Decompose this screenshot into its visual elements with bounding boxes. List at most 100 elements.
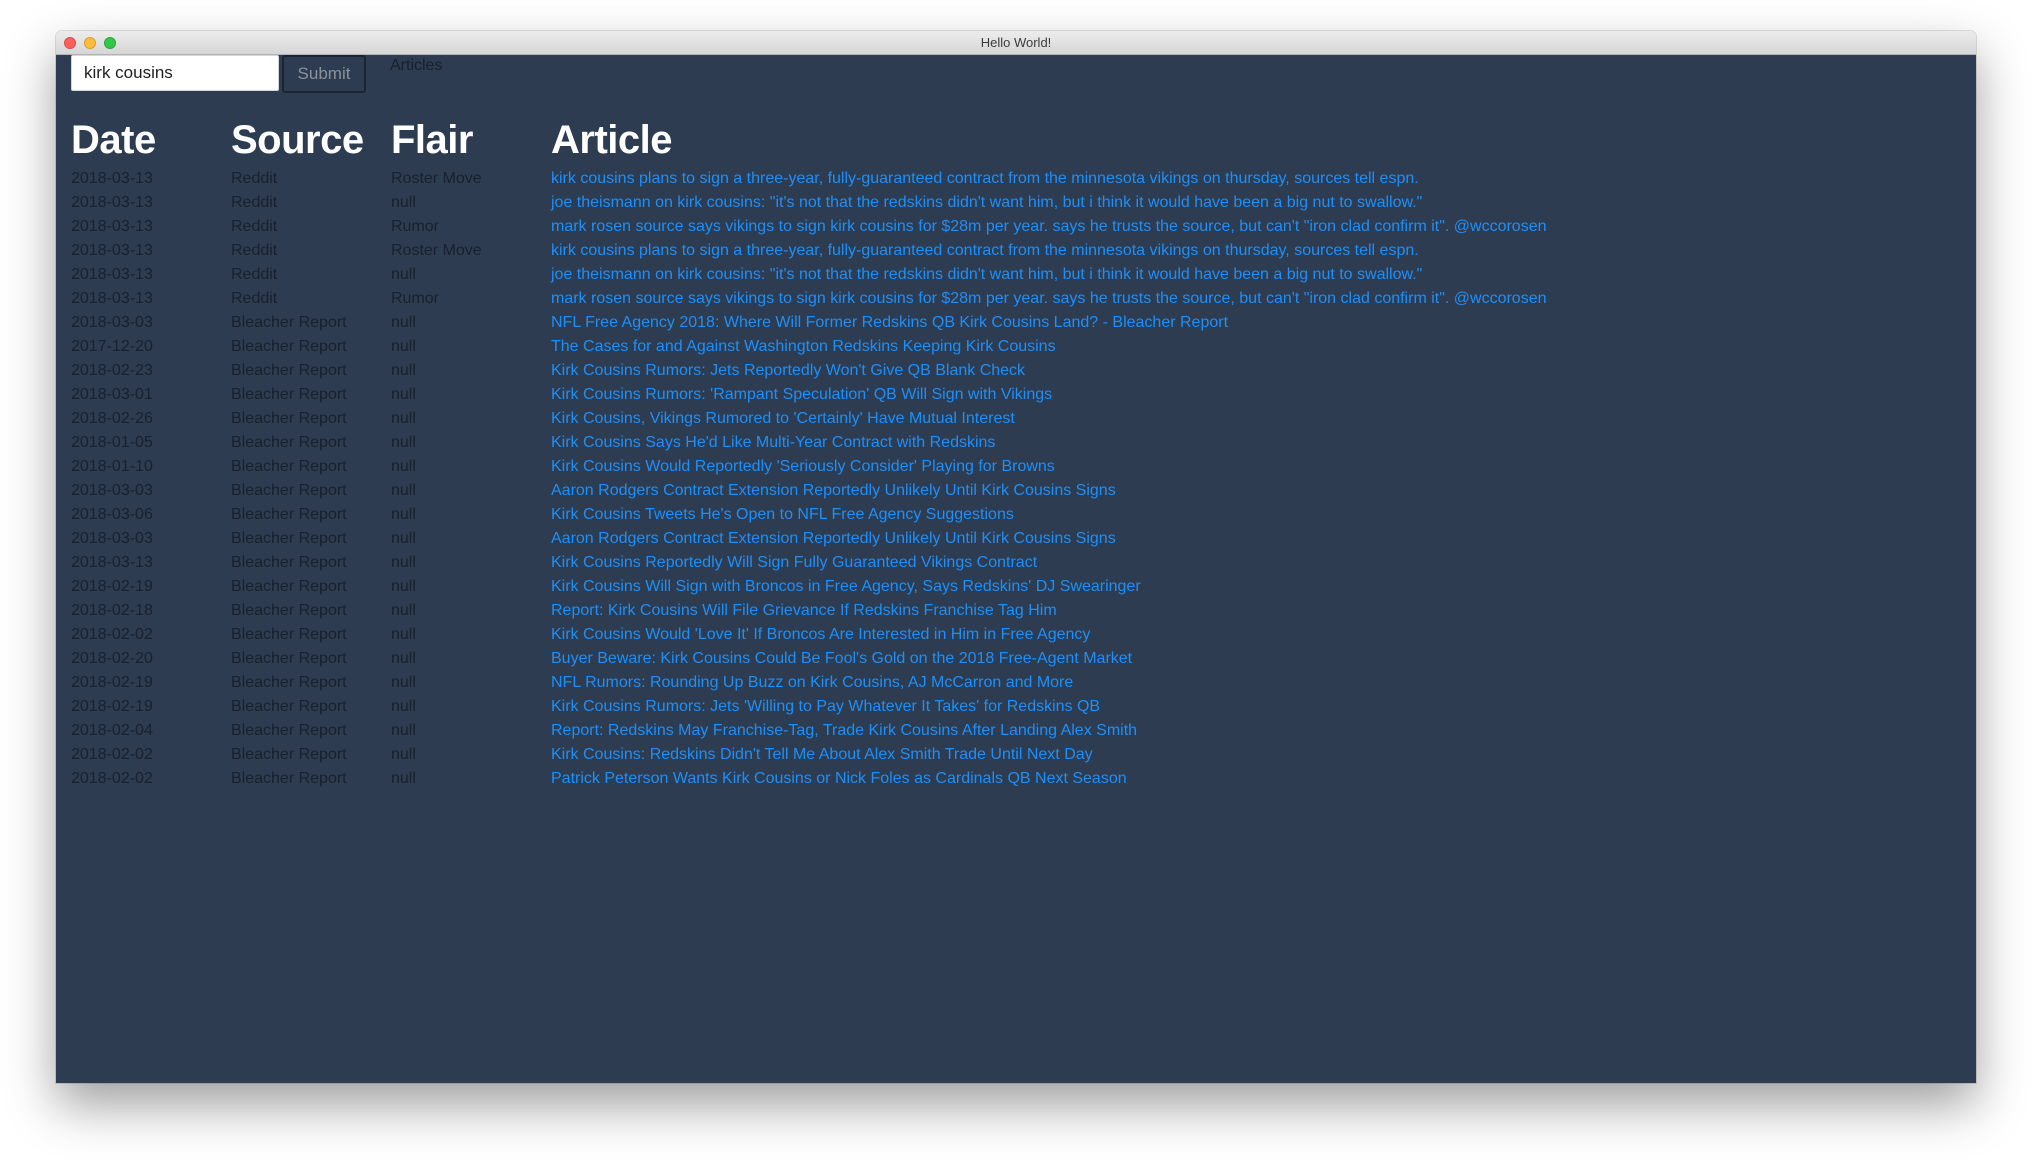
article-link[interactable]: Kirk Cousins Says He'd Like Multi-Year C… bbox=[551, 431, 1547, 455]
cell-flair: null bbox=[391, 746, 416, 763]
table-row: 2018-01-05 Bleacher Report null Kirk Cousin… bbox=[71, 431, 1547, 455]
cell-flair: null bbox=[391, 626, 416, 643]
submit-button[interactable]: Submit bbox=[282, 55, 366, 93]
article-link[interactable]: Report: Redskins May Franchise-Tag, Trad… bbox=[551, 719, 1547, 743]
table-header-row: Date Source Flair Article bbox=[71, 113, 1547, 167]
article-link[interactable]: mark rosen source says vikings to sign k… bbox=[551, 287, 1547, 311]
cell-flair: null bbox=[391, 434, 416, 451]
table-row: 2018-03-03 Bleacher Report null Aaron Rodge… bbox=[71, 479, 1547, 503]
cell-source: Reddit bbox=[231, 290, 278, 307]
cell-flair: null bbox=[391, 410, 416, 427]
table-row: 2018-03-13 Reddit null joe theismann on kir… bbox=[71, 263, 1547, 287]
cell-flair: null bbox=[391, 722, 416, 739]
article-link[interactable]: The Cases for and Against Washington Red… bbox=[551, 335, 1547, 359]
cell-flair: null bbox=[391, 362, 416, 379]
article-link[interactable]: mark rosen source says vikings to sign k… bbox=[551, 215, 1547, 239]
cell-date: 2018-03-13 bbox=[71, 218, 153, 235]
cell-flair: Roster Move bbox=[391, 242, 482, 259]
header-flair: Flair bbox=[391, 117, 473, 162]
article-link[interactable]: Kirk Cousins Would 'Love It' If Broncos … bbox=[551, 623, 1547, 647]
article-link[interactable]: Kirk Cousins, Vikings Rumored to 'Certai… bbox=[551, 407, 1547, 431]
cell-date: 2018-02-23 bbox=[71, 362, 153, 379]
cell-date: 2018-01-10 bbox=[71, 458, 153, 475]
cell-flair: null bbox=[391, 530, 416, 547]
cell-date: 2017-12-20 bbox=[71, 338, 153, 355]
cell-source: Reddit bbox=[231, 194, 278, 211]
search-input[interactable] bbox=[71, 55, 279, 91]
cell-source: Reddit bbox=[231, 218, 278, 235]
article-link[interactable]: joe theismann on kirk cousins: "it's not… bbox=[551, 191, 1547, 215]
cell-flair: null bbox=[391, 194, 416, 211]
window-title: Hello World! bbox=[980, 35, 1052, 50]
article-link[interactable]: Aaron Rodgers Contract Extension Reporte… bbox=[551, 527, 1547, 551]
cell-flair: null bbox=[391, 482, 416, 499]
article-link[interactable]: Kirk Cousins Rumors: Jets 'Willing to Pa… bbox=[551, 695, 1547, 719]
table-row: 2018-03-13 Reddit Roster Move kirk cousins … bbox=[71, 239, 1547, 263]
article-link[interactable]: Kirk Cousins Will Sign with Broncos in F… bbox=[551, 575, 1547, 599]
cell-flair: null bbox=[391, 578, 416, 595]
table-row: 2018-01-10 Bleacher Report null Kirk Cousin… bbox=[71, 455, 1547, 479]
header-article: Article bbox=[551, 117, 672, 162]
cell-date: 2018-03-03 bbox=[71, 482, 153, 499]
cell-flair: null bbox=[391, 674, 416, 691]
cell-date: 2018-02-04 bbox=[71, 722, 153, 739]
table-row: 2018-02-04 Bleacher Report null Report: Red… bbox=[71, 719, 1547, 743]
article-link[interactable]: kirk cousins plans to sign a three-year,… bbox=[551, 239, 1547, 263]
cell-date: 2018-03-13 bbox=[71, 194, 153, 211]
cell-flair: null bbox=[391, 386, 416, 403]
table-row: 2018-02-02 Bleacher Report null Patrick Pet… bbox=[71, 767, 1547, 791]
cell-date: 2018-03-13 bbox=[71, 266, 153, 283]
cell-flair: null bbox=[391, 458, 416, 475]
article-link[interactable]: Kirk Cousins Rumors: Jets Reportedly Won… bbox=[551, 359, 1547, 383]
cell-source: Bleacher Report bbox=[231, 530, 347, 547]
cell-flair: Roster Move bbox=[391, 170, 482, 187]
article-link[interactable]: Kirk Cousins Reportedly Will Sign Fully … bbox=[551, 551, 1547, 575]
table-row: 2018-03-03 Bleacher Report null Aaron Rodge… bbox=[71, 527, 1547, 551]
app-window: Hello World! Submit Articles Date Source… bbox=[56, 31, 1976, 1083]
cell-date: 2018-01-05 bbox=[71, 434, 153, 451]
table-row: 2018-03-13 Reddit null joe theismann on kir… bbox=[71, 191, 1547, 215]
article-link[interactable]: Aaron Rodgers Contract Extension Reporte… bbox=[551, 479, 1547, 503]
article-link[interactable]: Report: Kirk Cousins Will File Grievance… bbox=[551, 599, 1547, 623]
cell-flair: null bbox=[391, 698, 416, 715]
cell-flair: null bbox=[391, 338, 416, 355]
cell-source: Bleacher Report bbox=[231, 554, 347, 571]
article-link[interactable]: Kirk Cousins Tweets He's Open to NFL Fre… bbox=[551, 503, 1547, 527]
article-link[interactable]: Patrick Peterson Wants Kirk Cousins or N… bbox=[551, 767, 1547, 791]
article-link[interactable]: Kirk Cousins: Redskins Didn't Tell Me Ab… bbox=[551, 743, 1547, 767]
cell-source: Bleacher Report bbox=[231, 458, 347, 475]
cell-source: Bleacher Report bbox=[231, 650, 347, 667]
table-row: 2018-02-19 Bleacher Report null Kirk Cousin… bbox=[71, 695, 1547, 719]
article-link[interactable]: NFL Free Agency 2018: Where Will Former … bbox=[551, 311, 1547, 335]
cell-flair: Rumor bbox=[391, 218, 440, 235]
article-link[interactable]: Buyer Beware: Kirk Cousins Could Be Fool… bbox=[551, 647, 1547, 671]
article-link[interactable]: kirk cousins plans to sign a three-year,… bbox=[551, 167, 1547, 191]
cell-source: Bleacher Report bbox=[231, 746, 347, 763]
article-link[interactable]: Kirk Cousins Rumors: 'Rampant Speculatio… bbox=[551, 383, 1547, 407]
table-row: 2017-12-20 Bleacher Report null The Cases f… bbox=[71, 335, 1547, 359]
table-row: 2018-02-02 Bleacher Report null Kirk Cousin… bbox=[71, 623, 1547, 647]
cell-flair: null bbox=[391, 602, 416, 619]
table-body: 2018-03-13 Reddit Roster Move kirk cousins … bbox=[71, 167, 1547, 791]
table-row: 2018-02-26 Bleacher Report null Kirk Cousin… bbox=[71, 407, 1547, 431]
table-row: 2018-02-20 Bleacher Report null Buyer Bewar… bbox=[71, 647, 1547, 671]
cell-date: 2018-03-06 bbox=[71, 506, 153, 523]
cell-source: Bleacher Report bbox=[231, 434, 347, 451]
table-row: 2018-02-02 Bleacher Report null Kirk Cousin… bbox=[71, 743, 1547, 767]
cell-date: 2018-02-02 bbox=[71, 626, 153, 643]
cell-date: 2018-03-03 bbox=[71, 530, 153, 547]
cell-source: Reddit bbox=[231, 266, 278, 283]
cell-date: 2018-02-19 bbox=[71, 674, 153, 691]
article-link[interactable]: joe theismann on kirk cousins: "it's not… bbox=[551, 263, 1547, 287]
cell-date: 2018-02-02 bbox=[71, 770, 153, 787]
cell-flair: null bbox=[391, 314, 416, 331]
article-link[interactable]: NFL Rumors: Rounding Up Buzz on Kirk Cou… bbox=[551, 671, 1547, 695]
cell-date: 2018-02-19 bbox=[71, 698, 153, 715]
article-link[interactable]: Kirk Cousins Would Reportedly 'Seriously… bbox=[551, 455, 1547, 479]
cell-source: Bleacher Report bbox=[231, 410, 347, 427]
table-row: 2018-02-18 Bleacher Report null Report: Kir… bbox=[71, 599, 1547, 623]
cell-flair: Rumor bbox=[391, 290, 440, 307]
cell-source: Bleacher Report bbox=[231, 674, 347, 691]
table-row: 2018-03-13 Reddit Roster Move kirk cousins … bbox=[71, 167, 1547, 191]
articles-link[interactable]: Articles bbox=[390, 57, 442, 75]
